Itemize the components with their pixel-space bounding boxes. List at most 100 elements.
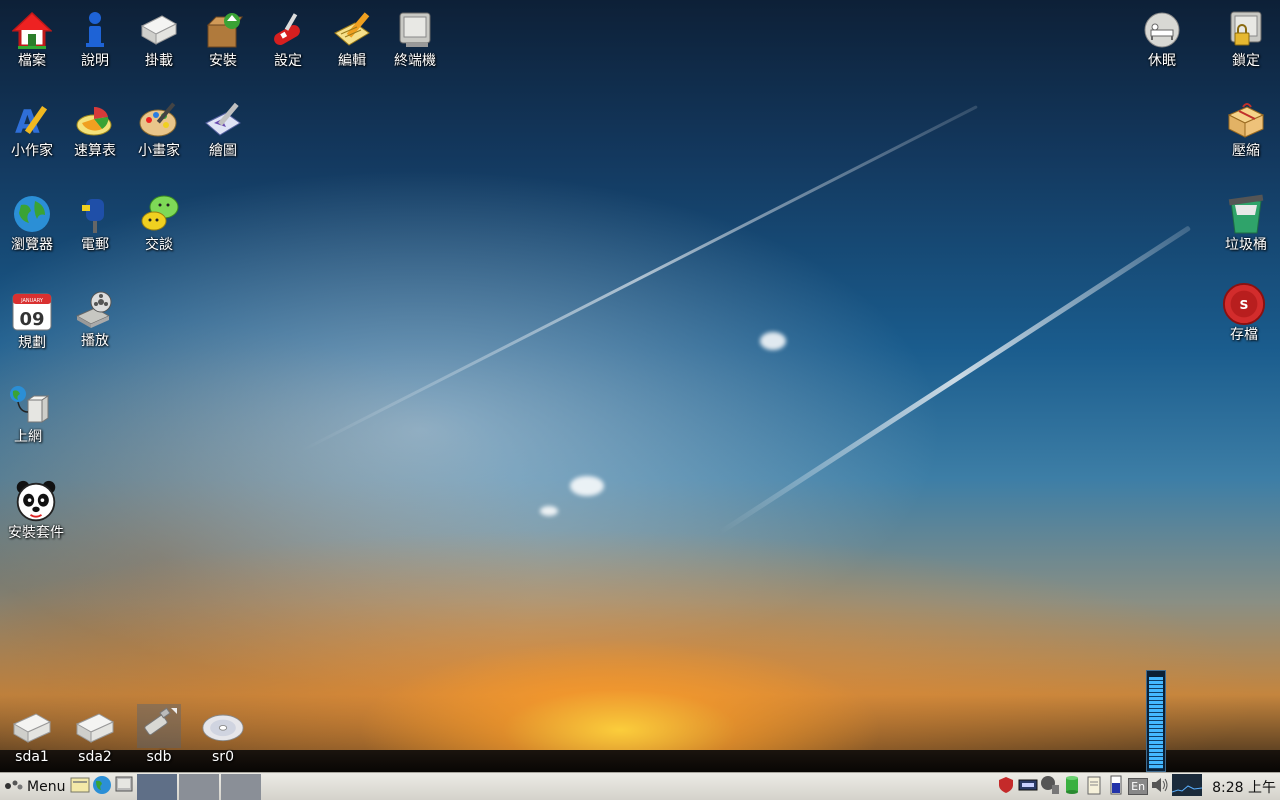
desktop-icon-lock[interactable]: 鎖定 [1214, 8, 1278, 69]
desktop-icon-play[interactable]: 播放 [63, 288, 127, 349]
cpu-graph-icon [1171, 773, 1203, 800]
quick-launch-browser[interactable] [91, 775, 113, 799]
info-icon [73, 8, 117, 52]
tray-firewall[interactable] [996, 776, 1016, 797]
clipboard-icon [1086, 775, 1102, 799]
chat-bubbles-icon [137, 192, 181, 236]
desktop-icon-planner[interactable]: JANUARY 09 規劃 [0, 290, 64, 351]
desktop-icon-spreadsheet[interactable]: 速算表 [63, 98, 127, 159]
memory-gauge-icon [1109, 775, 1123, 799]
desktop-icon-files[interactable]: 檔案 [0, 8, 64, 69]
install-box-icon [201, 8, 245, 52]
mailbox-icon [73, 192, 117, 236]
desktop-icon-label: 上網 [14, 429, 42, 445]
quick-launch-file-manager[interactable] [69, 776, 91, 798]
quick-launch-terminal[interactable] [113, 776, 135, 798]
desktop-icon-label: 播放 [81, 333, 109, 349]
desktop-icon-save[interactable]: S 存檔 [1212, 282, 1276, 343]
desktop-icon-label: 交談 [145, 237, 173, 253]
desktop-icon-label: 編輯 [338, 53, 366, 69]
tray-keyboard-language[interactable]: En [1128, 777, 1149, 797]
system-tray: En 8:28 上午 [996, 773, 1280, 800]
drive-icon [137, 8, 181, 52]
desktop-icon-paint[interactable]: 小畫家 [127, 98, 191, 159]
tray-memory[interactable] [1106, 775, 1126, 799]
hard-drive-icon [10, 704, 54, 748]
calendar-day-text: 09 [19, 309, 44, 330]
desktop-icon-label: 繪圖 [209, 143, 237, 159]
desktop-icon-settings[interactable]: 設定 [256, 8, 320, 69]
pie-chart-icon [73, 98, 117, 142]
drive-icon-sda1[interactable]: sda1 [0, 704, 64, 765]
workspace-2[interactable] [179, 773, 220, 800]
desktop-icon-connect[interactable]: 上網 [0, 384, 60, 445]
desktop-icon-mount[interactable]: 掛載 [127, 8, 191, 69]
desktop-icon-email[interactable]: 電郵 [63, 192, 127, 253]
writer-icon: A [10, 98, 54, 142]
usb-drive-icon [137, 704, 181, 748]
desktop-icon-edit[interactable]: 編輯 [320, 8, 384, 69]
draw-icon [201, 98, 245, 142]
desktop-icon-zip[interactable]: 壓縮 [1214, 98, 1278, 159]
network-connect-icon [6, 384, 50, 428]
optical-disc-icon [201, 704, 245, 748]
desktop-icon-label: 鎖定 [1232, 53, 1260, 69]
calendar-month-text: JANUARY [20, 298, 44, 304]
menu-label: Menu [27, 778, 66, 795]
desktop-icon-chat[interactable]: 交談 [127, 192, 191, 253]
desktop-icon-label: 掛載 [145, 53, 173, 69]
notepad-pencil-icon [330, 8, 374, 52]
drive-label: sda2 [78, 749, 112, 765]
save-button-icon: S [1222, 282, 1266, 326]
drive-icon-sr0[interactable]: sr0 [191, 704, 255, 765]
speaker-icon [1150, 776, 1170, 798]
tray-storage[interactable] [1062, 775, 1082, 797]
home-icon [10, 8, 54, 52]
drive-label: sdb [146, 749, 172, 765]
file-manager-icon [70, 776, 90, 798]
drive-label: sr0 [212, 749, 234, 765]
lock-screen-icon [1224, 8, 1268, 52]
workspace-1[interactable] [137, 773, 178, 800]
desktop-icon-writer[interactable]: A 小作家 [0, 98, 64, 159]
desktop-icon-label: 電郵 [81, 237, 109, 253]
tray-network[interactable] [1018, 777, 1038, 797]
tray-cpu-monitor[interactable] [1171, 773, 1203, 800]
desktop-icon-label: 垃圾桶 [1225, 237, 1267, 253]
swiss-knife-icon [266, 8, 310, 52]
desktop-icon-draw[interactable]: 繪圖 [191, 98, 255, 159]
archive-package-icon [1224, 98, 1268, 142]
globe-connect-icon [1040, 775, 1060, 799]
desktop-icon-label: 檔案 [18, 53, 46, 69]
globe-icon [92, 775, 112, 799]
desktop-icon-label: 小畫家 [138, 143, 180, 159]
desktop-icon-install[interactable]: 安裝 [191, 8, 255, 69]
language-indicator: En [1128, 778, 1149, 795]
desktop-icon-sleep[interactable]: 休眠 [1130, 8, 1194, 69]
clock[interactable]: 8:28 上午 [1212, 777, 1276, 797]
tray-volume[interactable] [1150, 777, 1170, 797]
drive-icon-sda2[interactable]: sda2 [63, 704, 127, 765]
film-reel-icon [73, 288, 117, 332]
drive-icon-sdb[interactable]: sdb [127, 704, 191, 765]
desktop-icon-package-manager[interactable]: 安裝套件 [4, 480, 68, 541]
desktop-icon-trash[interactable]: 垃圾桶 [1214, 192, 1278, 253]
monitor-icon [114, 775, 134, 799]
desktop-icon-label: 規劃 [18, 335, 46, 351]
panda-icon [14, 480, 58, 524]
desktop-icon-label: 壓縮 [1232, 143, 1260, 159]
taskbar: Menu En 8:28 上午 [0, 772, 1280, 800]
start-menu-button[interactable]: Menu [0, 775, 69, 799]
desktop-icon-terminal[interactable]: 終端機 [383, 8, 447, 69]
desktop-icon-label: 設定 [274, 53, 302, 69]
desktop-icon-label: 終端機 [394, 53, 436, 69]
desktop-icon-browser[interactable]: 瀏覽器 [0, 192, 64, 253]
tray-clipboard[interactable] [1084, 775, 1104, 799]
network-card-icon [1018, 777, 1038, 796]
tray-connection-status[interactable] [1040, 775, 1060, 799]
volume-level-fill [1149, 677, 1163, 769]
cloud-decoration [570, 476, 604, 496]
workspace-3[interactable] [221, 773, 262, 800]
desktop-icon-label: 安裝 [209, 53, 237, 69]
desktop-icon-help[interactable]: 說明 [63, 8, 127, 69]
